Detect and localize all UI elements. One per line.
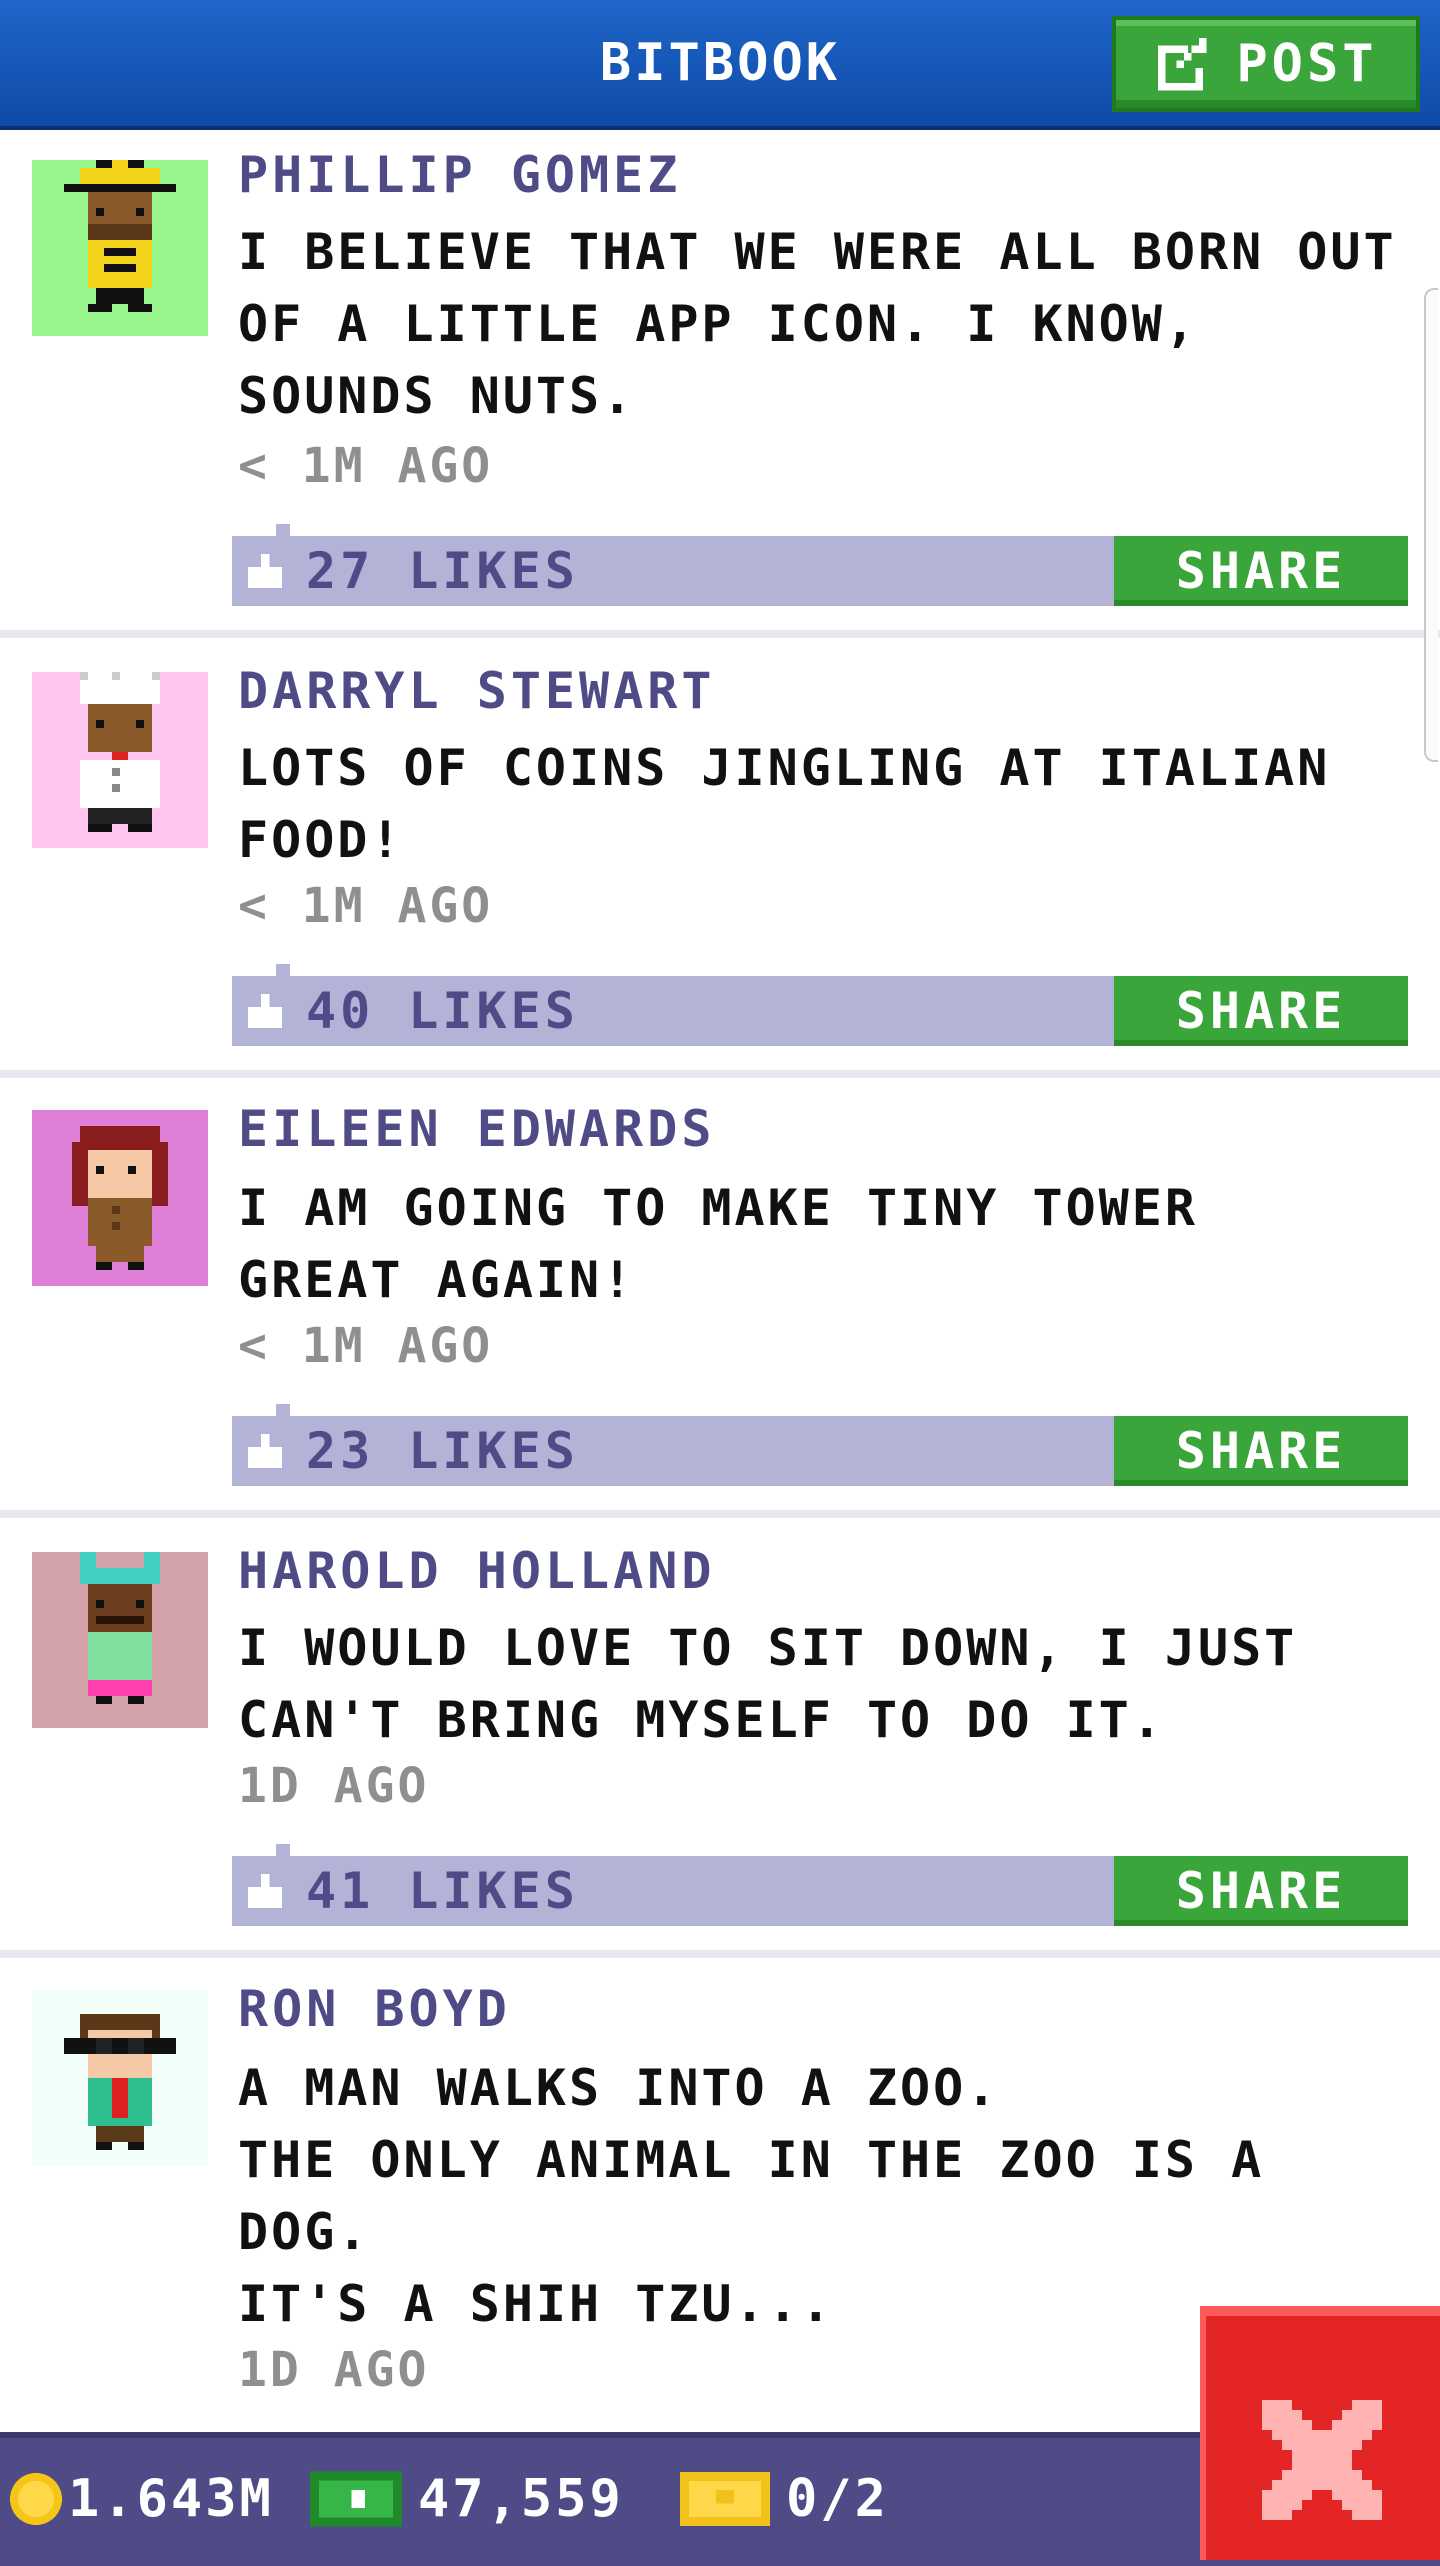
avatar [32, 1110, 208, 1286]
avatar [32, 1990, 208, 2166]
post-timestamp: < 1M AGO [238, 1318, 494, 1374]
ticket-icon [680, 2472, 770, 2526]
post-button-label: POST [1236, 34, 1378, 94]
feed-post: DARRYL STEWART LOTS OF COINS JINGLING AT… [0, 638, 1440, 1078]
thumbs-up-icon[interactable] [248, 554, 282, 588]
share-button[interactable]: SHARE [1114, 536, 1408, 606]
close-icon [1262, 2400, 1382, 2520]
post-message: A MAN WALKS INTO A ZOO. THE ONLY ANIMAL … [238, 2059, 1265, 2333]
avatar [32, 160, 208, 336]
post-author[interactable]: PHILLIP GOMEZ [238, 146, 681, 204]
app-header: BITBOOK POST [0, 0, 1440, 130]
avatar [32, 1552, 208, 1728]
close-button[interactable] [1200, 2306, 1440, 2560]
thumbs-up-icon[interactable] [248, 1874, 282, 1908]
post-author[interactable]: HAROLD HOLLAND [238, 1542, 715, 1600]
post-message: I BELIEVE THAT WE WERE ALL BORN OUT OF A… [238, 223, 1397, 425]
share-button[interactable]: SHARE [1114, 1416, 1408, 1486]
post-timestamp: < 1M AGO [238, 438, 494, 494]
coins-stat: 1.643M [10, 2438, 274, 2560]
coin-icon [10, 2473, 62, 2525]
avatar [32, 672, 208, 848]
edit-icon [1158, 37, 1207, 91]
likes-count: 23 LIKES [306, 1422, 579, 1480]
post-author[interactable]: DARRYL STEWART [238, 662, 715, 720]
post-author[interactable]: RON BOYD [238, 1980, 511, 2038]
likes-bar: 41 LIKES SHARE [232, 1844, 1408, 1926]
post-button[interactable]: POST [1112, 16, 1420, 112]
thumbs-up-icon[interactable] [248, 994, 282, 1028]
post-timestamp: 1D AGO [238, 2342, 430, 2398]
bux-icon [310, 2471, 402, 2527]
likes-count: 40 LIKES [306, 982, 579, 1040]
post-message: LOTS OF COINS JINGLING AT ITALIAN FOOD! [238, 739, 1331, 869]
bux-stat: 47,559 [310, 2438, 624, 2560]
post-message: I AM GOING TO MAKE TINY TOWER GREAT AGAI… [238, 1179, 1198, 1309]
post-author[interactable]: EILEEN EDWARDS [238, 1100, 715, 1158]
feed-post: PHILLIP GOMEZ I BELIEVE THAT WE WERE ALL… [0, 130, 1440, 638]
scrollbar[interactable] [1424, 288, 1438, 762]
post-timestamp: < 1M AGO [238, 878, 494, 934]
post-timestamp: 1D AGO [238, 1758, 430, 1814]
likes-bar: 27 LIKES SHARE [232, 524, 1408, 606]
share-button[interactable]: SHARE [1114, 1856, 1408, 1926]
likes-count: 41 LIKES [306, 1862, 579, 1920]
tickets-stat: 0/2 [680, 2438, 889, 2560]
likes-count: 27 LIKES [306, 542, 579, 600]
share-button[interactable]: SHARE [1114, 976, 1408, 1046]
feed-post: HAROLD HOLLAND I WOULD LOVE TO SIT DOWN,… [0, 1518, 1440, 1958]
bux-value: 47,559 [418, 2469, 624, 2529]
feed-post: EILEEN EDWARDS I AM GOING TO MAKE TINY T… [0, 1078, 1440, 1518]
likes-bar: 23 LIKES SHARE [232, 1404, 1408, 1486]
likes-bar: 40 LIKES SHARE [232, 964, 1408, 1046]
post-message: I WOULD LOVE TO SIT DOWN, I JUST CAN'T B… [238, 1619, 1298, 1749]
coins-value: 1.643M [68, 2469, 274, 2529]
thumbs-up-icon[interactable] [248, 1434, 282, 1468]
tickets-value: 0/2 [786, 2469, 889, 2529]
